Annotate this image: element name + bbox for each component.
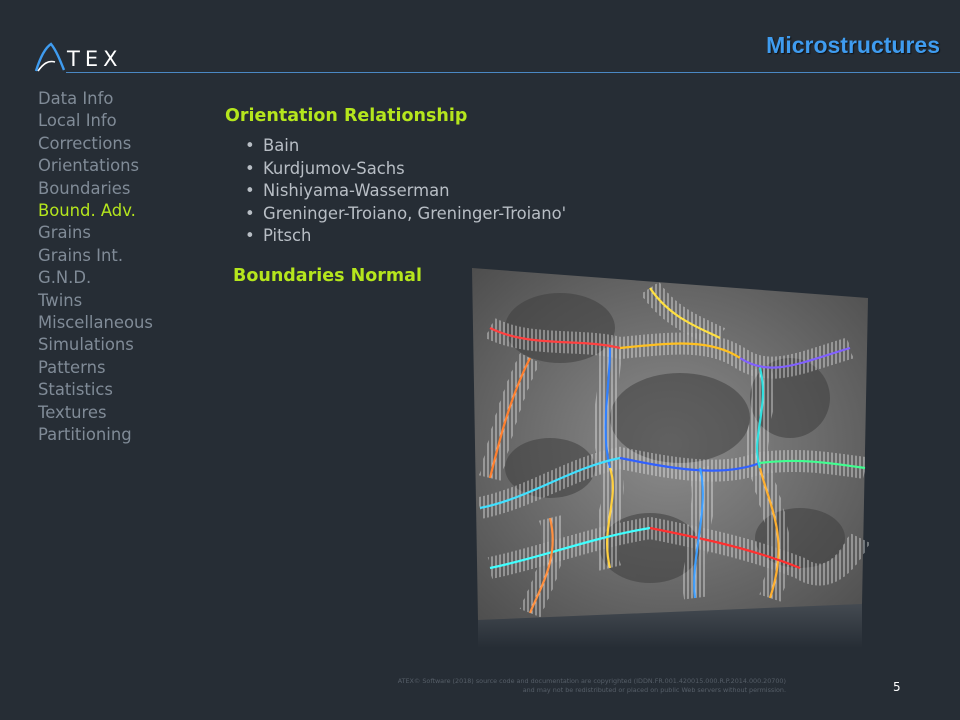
sidebar-item-bound-adv[interactable]: Bound. Adv. <box>38 200 218 222</box>
bullet-icon: • <box>245 181 255 201</box>
logo-text: TEX <box>67 47 123 71</box>
sidebar-item-statistics[interactable]: Statistics <box>38 379 218 401</box>
bullet-icon: • <box>245 136 255 155</box>
sidebar-item-patterns[interactable]: Patterns <box>38 357 218 379</box>
copyright-notice: ATEX© Software (2018) source code and do… <box>300 677 786 695</box>
sidebar-item-orientations[interactable]: Orientations <box>38 155 218 177</box>
boundaries-normal-heading: Boundaries Normal <box>233 266 422 286</box>
sidebar-item-simulations[interactable]: Simulations <box>38 334 218 356</box>
page-title: Microstructures <box>766 32 940 58</box>
page-number: 5 <box>893 680 901 694</box>
bullet-icon: • <box>245 158 255 178</box>
list-item-label: Bain <box>263 136 300 155</box>
sidebar-nav: Data Info Local Info Corrections Orienta… <box>38 88 218 447</box>
sidebar-item-partitioning[interactable]: Partitioning <box>38 424 218 446</box>
sidebar-item-grains-int[interactable]: Grains Int. <box>38 245 218 267</box>
bullet-icon: • <box>245 226 255 246</box>
sidebar-item-corrections[interactable]: Corrections <box>38 133 218 155</box>
boundaries-normal-map <box>472 268 870 648</box>
list-item: • Greninger-Troiano, Greninger-Troiano' <box>245 203 566 226</box>
list-item: • Bain <box>245 135 566 158</box>
list-item: • Nishiyama-Wasserman <box>245 180 566 203</box>
list-item-label: Greninger-Troiano, Greninger-Troiano' <box>263 203 567 223</box>
sidebar-item-textures[interactable]: Textures <box>38 402 218 424</box>
orientation-relationship-heading: Orientation Relationship <box>225 106 468 126</box>
copyright-line-1: ATEX© Software (2018) source code and do… <box>397 677 786 685</box>
sidebar-item-boundaries[interactable]: Boundaries <box>38 178 218 200</box>
sidebar-item-local-info[interactable]: Local Info <box>38 110 218 132</box>
list-item-label: Pitsch <box>263 226 312 246</box>
sidebar-item-grains[interactable]: Grains <box>38 222 218 244</box>
sidebar-item-miscellaneous[interactable]: Miscellaneous <box>38 312 218 334</box>
sidebar-item-twins[interactable]: Twins <box>38 290 218 312</box>
header-divider <box>66 72 960 73</box>
bullet-icon: • <box>245 203 255 223</box>
sidebar-item-data-info[interactable]: Data Info <box>38 88 218 110</box>
list-item-label: Nishiyama-Wasserman <box>263 181 450 201</box>
list-item: • Kurdjumov-Sachs <box>245 158 566 181</box>
orientation-relationship-list: • Bain • Kurdjumov-Sachs • Nishiyama-Wasser… <box>245 135 566 248</box>
list-item: • Pitsch <box>245 225 566 248</box>
list-item-label: Kurdjumov-Sachs <box>263 158 405 178</box>
copyright-line-2: and may not be redistributed or placed o… <box>522 686 786 694</box>
sidebar-item-gnd[interactable]: G.N.D. <box>38 267 218 289</box>
